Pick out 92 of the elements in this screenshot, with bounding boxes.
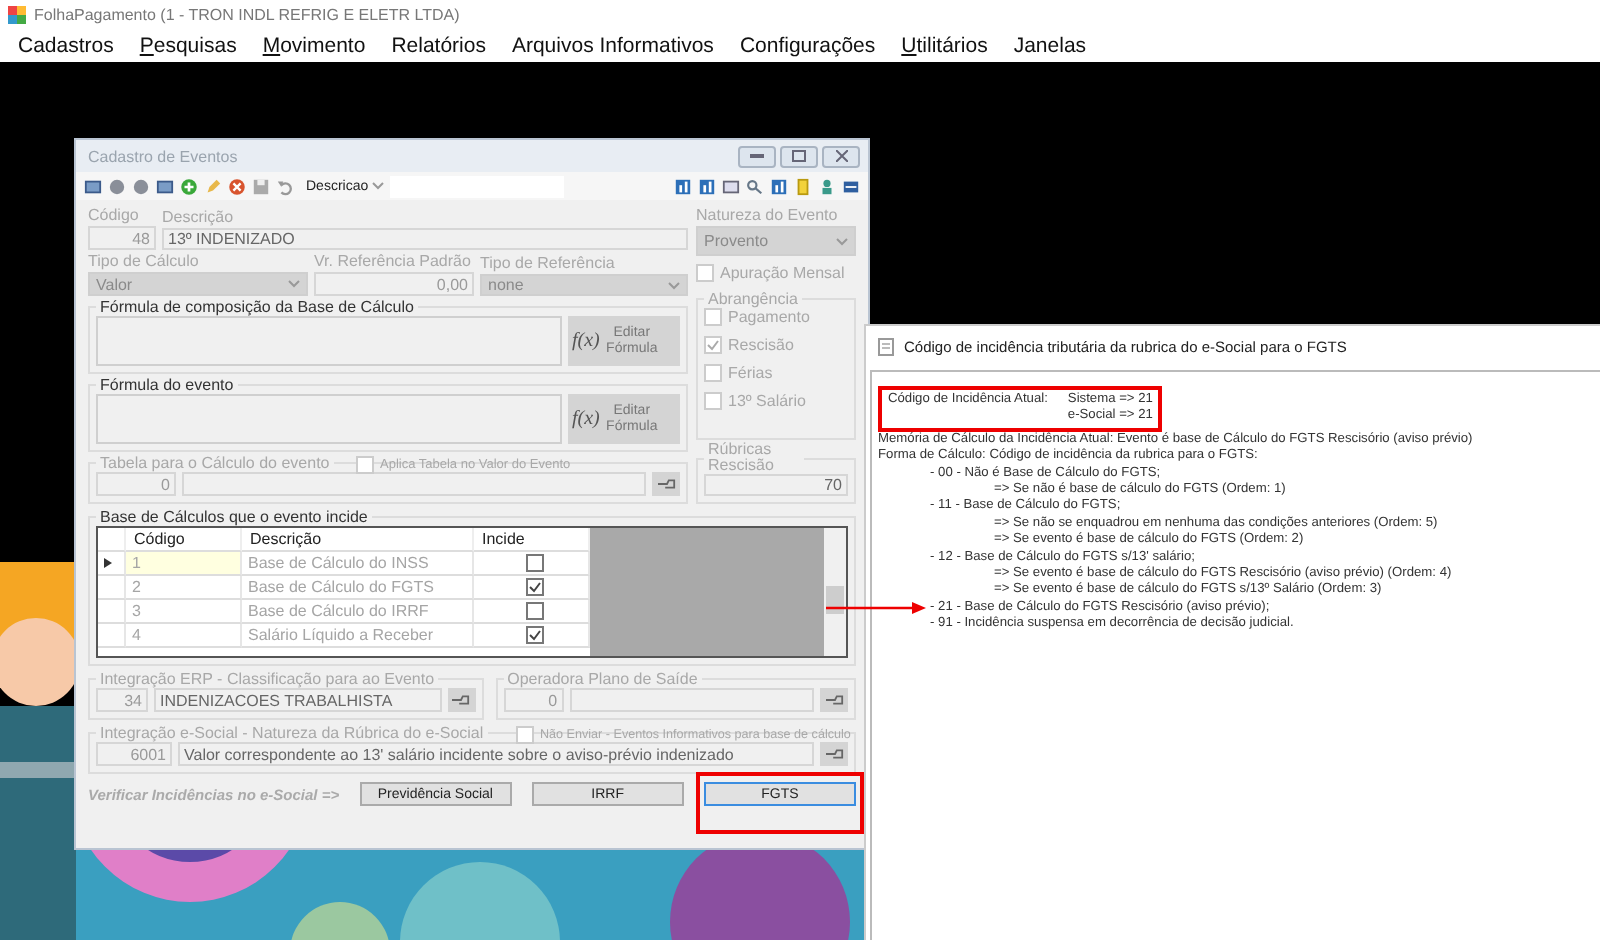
hand-icon — [825, 748, 843, 760]
menu-item[interactable]: Janelas — [1013, 33, 1087, 57]
checkbox-label: Apuração Mensal — [720, 264, 845, 282]
checkbox[interactable] — [696, 264, 714, 282]
group-title: Abrangência — [706, 290, 800, 308]
field-label: Natureza do Evento — [696, 206, 840, 224]
formula-field[interactable] — [96, 316, 562, 366]
arrow-icon — [826, 602, 926, 615]
checkbox[interactable] — [704, 308, 722, 326]
add-icon[interactable] — [180, 177, 198, 195]
group-title: Rúbricas Rescisão — [706, 442, 776, 474]
table-cell: 3 — [126, 600, 242, 624]
person-icon[interactable] — [818, 177, 836, 195]
lookup-button[interactable] — [447, 688, 476, 712]
field-label: Código — [88, 206, 141, 224]
table-cell: 4 — [126, 624, 242, 648]
document-icon[interactable] — [794, 177, 812, 195]
undo-icon[interactable] — [276, 177, 294, 195]
delete-icon[interactable] — [228, 177, 246, 195]
window-title: FolhaPagamento (1 - TRON INDL REFRIG E ELETR LTDA) — [34, 5, 460, 23]
menu-item[interactable]: Movimento — [262, 33, 366, 57]
document-icon — [878, 337, 894, 355]
checkbox[interactable] — [704, 392, 722, 410]
maximize-button[interactable] — [780, 145, 818, 167]
table-cell: Base de Cálculo do IRRF — [242, 600, 474, 624]
table-cell: 2 — [126, 576, 242, 600]
row-header[interactable] — [98, 552, 126, 576]
chart-icon[interactable] — [698, 177, 716, 195]
minimize-icon — [750, 153, 764, 159]
group-title: Base de Cálculos que o evento incide — [98, 508, 370, 526]
field-label: Tipo de Referência — [480, 254, 617, 272]
caret-icon — [288, 280, 300, 288]
table-cell: 1 — [126, 552, 242, 576]
checkbox-label: Rescisão — [728, 336, 794, 354]
caret-icon — [836, 237, 848, 245]
hand-icon — [657, 478, 675, 490]
checkbox-label: 13º Salário — [728, 392, 806, 410]
menu-item[interactable]: Utilitários — [901, 33, 988, 57]
operator-field[interactable] — [569, 688, 814, 712]
lookup-button[interactable] — [820, 688, 848, 712]
checkbox[interactable] — [525, 626, 543, 644]
minimize-button[interactable] — [738, 145, 776, 167]
menu-item[interactable]: Arquivos Informativos — [511, 33, 714, 57]
erp-field[interactable]: INDENIZACOES TRABALHISTA — [154, 688, 442, 712]
caret-icon — [668, 281, 680, 289]
checkbox[interactable] — [525, 602, 543, 620]
pencil-icon[interactable] — [204, 177, 222, 195]
table-cell: Base de Cálculo do INSS — [242, 552, 474, 576]
caret-icon — [372, 181, 385, 189]
checkbox-label: Pagamento — [728, 308, 810, 326]
lookup-button[interactable] — [820, 742, 848, 766]
group-title: Integração ERP - Classificação para ao Evento — [98, 670, 437, 688]
esocial-field[interactable]: Valor correspondente ao 13' salário incidente sobre o aviso-prévio indenizado — [178, 742, 814, 766]
checkbox[interactable] — [516, 726, 534, 744]
field-label: Descrição — [162, 208, 236, 226]
checkbox[interactable] — [356, 456, 374, 474]
checkbox[interactable] — [525, 554, 543, 572]
row-pointer-icon — [104, 558, 112, 568]
chart-icon[interactable] — [674, 177, 692, 195]
window-icon[interactable] — [722, 177, 740, 195]
checkbox[interactable] — [525, 578, 543, 596]
group-title: Integração e-Social - Natureza da Rúbrica do e-Social — [98, 724, 486, 742]
group-title: Fórmula de composição da Base de Cálculo — [98, 298, 416, 316]
menu-item[interactable]: Relatórios — [391, 33, 486, 57]
checkbox[interactable] — [704, 364, 722, 382]
dialog-title: Cadastro de Eventos — [88, 147, 238, 165]
formula-field[interactable] — [96, 394, 562, 444]
chart-icon[interactable] — [770, 177, 788, 195]
menu-item[interactable]: Configurações — [739, 33, 876, 57]
group-title: Tabela para o Cálculo do evento — [98, 454, 332, 472]
save-icon[interactable] — [252, 177, 270, 195]
maximize-icon — [792, 150, 806, 162]
group-title: Fórmula do evento — [98, 376, 236, 394]
checkbox[interactable] — [704, 336, 722, 354]
field-label: Tipo de Cálculo — [88, 252, 201, 270]
close-icon — [835, 150, 847, 162]
hand-icon — [452, 694, 471, 706]
menu-item[interactable]: Cadastros — [18, 33, 114, 57]
scrollbar[interactable] — [824, 528, 846, 656]
menu-item[interactable]: Pesquisas — [139, 33, 237, 57]
table-cell: Base de Cálculo do FGTS — [242, 576, 474, 600]
group-title: Operadora Plano de Saíde — [505, 670, 700, 688]
description-field[interactable]: 13º INDENIZADO — [162, 228, 688, 250]
table-cell: Salário Líquido a Receber — [242, 624, 474, 648]
close-button[interactable] — [822, 145, 860, 167]
table-field[interactable] — [182, 472, 646, 496]
rubricas-field[interactable]: 70 — [704, 474, 848, 496]
lookup-button[interactable] — [652, 472, 680, 496]
hand-icon — [825, 694, 843, 706]
app-icon — [8, 5, 26, 23]
field-label: Vr. Referência Padrão — [314, 252, 473, 270]
checkbox-label: Férias — [728, 364, 773, 382]
